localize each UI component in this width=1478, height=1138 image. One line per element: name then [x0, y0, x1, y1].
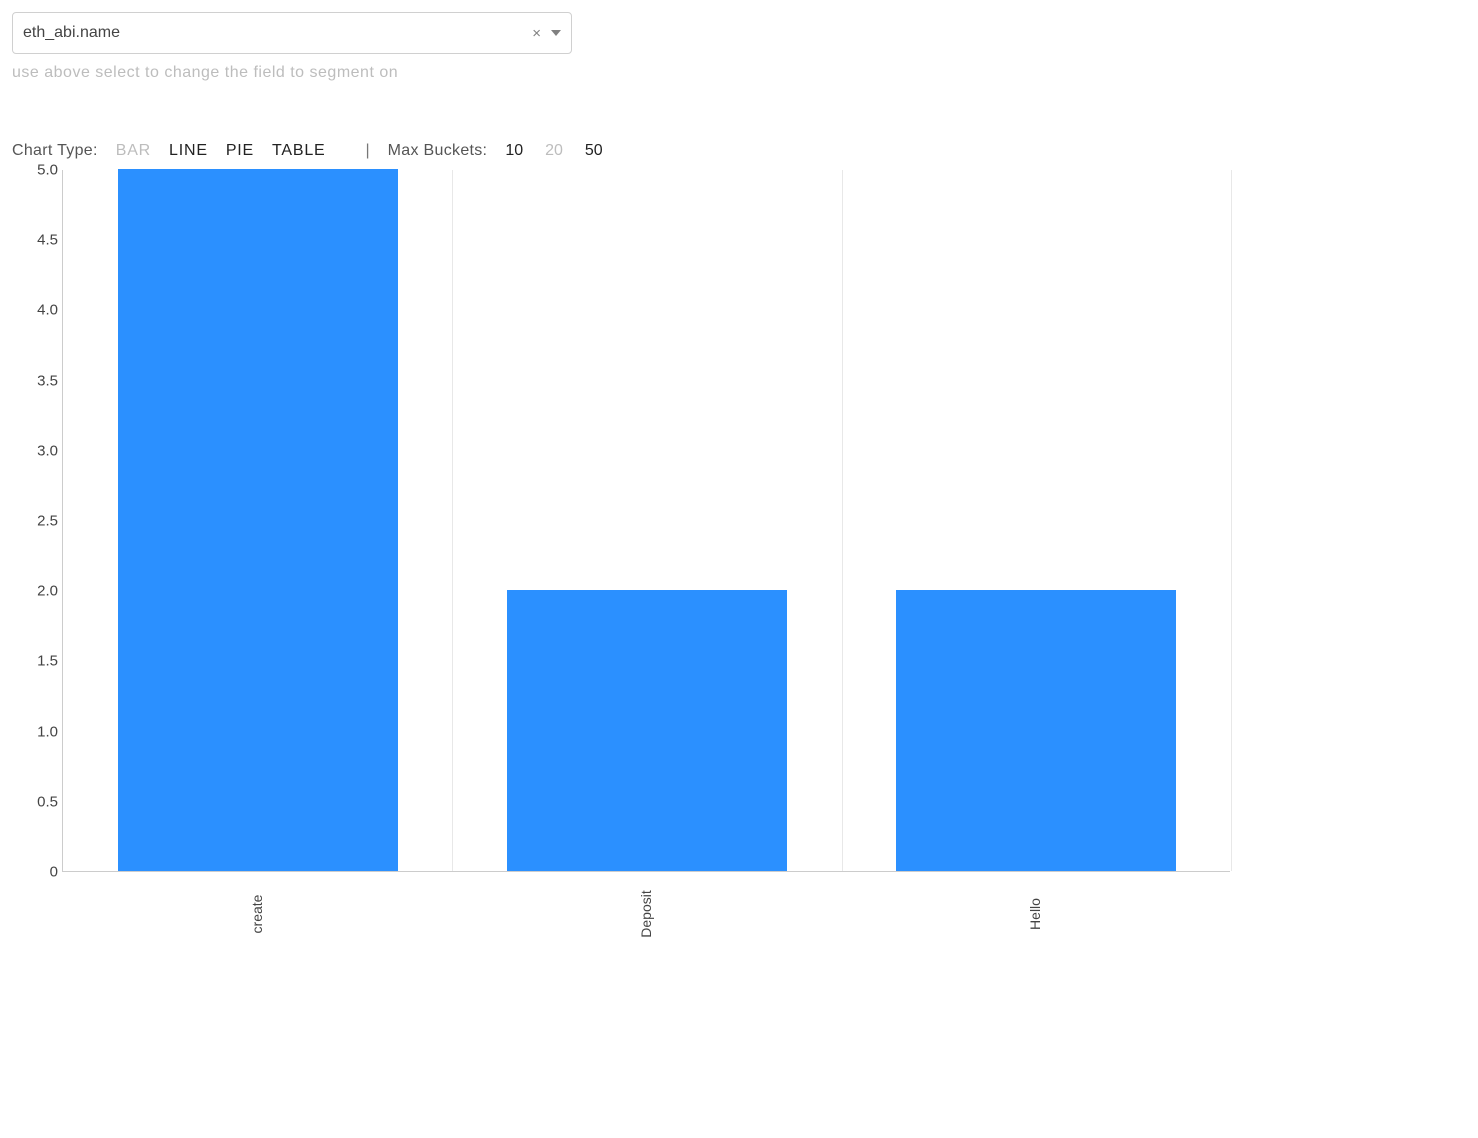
chart-controls: Chart Type: BAR LINE PIE TABLE | Max Bucket… [12, 142, 1466, 160]
x-tick-label: create [249, 895, 265, 934]
y-tick-label: 1.5 [12, 653, 58, 670]
max-buckets-label: Max Buckets: [388, 142, 488, 160]
y-tick-label: 1.0 [12, 723, 58, 740]
bar-create[interactable] [118, 169, 398, 871]
bar-chart: 00.51.01.52.02.53.03.54.04.55.0 createDe… [12, 166, 1242, 946]
chart-type-pie[interactable]: PIE [226, 142, 254, 159]
chart-type-bar[interactable]: BAR [116, 142, 151, 159]
bar-hello[interactable] [896, 590, 1176, 871]
gridline-vertical [842, 170, 843, 871]
chart-type-table[interactable]: TABLE [272, 142, 326, 159]
y-tick-label: 2.0 [12, 583, 58, 600]
max-buckets-20[interactable]: 20 [545, 142, 563, 159]
y-tick-label: 3.0 [12, 442, 58, 459]
x-tick-label: Hello [1027, 898, 1043, 930]
y-tick-label: 5.0 [12, 162, 58, 179]
y-tick-label: 4.0 [12, 302, 58, 319]
clear-icon[interactable]: × [532, 26, 541, 41]
x-tick-label: Deposit [638, 890, 654, 937]
separator: | [366, 142, 370, 160]
chart-type-label: Chart Type: [12, 142, 98, 160]
chart-type-line[interactable]: LINE [169, 142, 208, 159]
max-buckets-50[interactable]: 50 [585, 142, 603, 159]
chevron-down-icon[interactable] [551, 30, 561, 36]
segment-hint: use above select to change the field to … [12, 64, 1466, 82]
y-tick-label: 4.5 [12, 232, 58, 249]
y-tick-label: 3.5 [12, 372, 58, 389]
max-buckets-10[interactable]: 10 [505, 142, 523, 159]
y-tick-label: 0 [12, 864, 58, 881]
segment-field-value: eth_abi.name [23, 24, 532, 42]
bar-deposit[interactable] [507, 590, 787, 871]
y-tick-label: 0.5 [12, 793, 58, 810]
gridline-vertical [452, 170, 453, 871]
gridline-vertical [1231, 170, 1232, 871]
segment-field-select[interactable]: eth_abi.name × [12, 12, 572, 54]
y-tick-label: 2.5 [12, 513, 58, 530]
